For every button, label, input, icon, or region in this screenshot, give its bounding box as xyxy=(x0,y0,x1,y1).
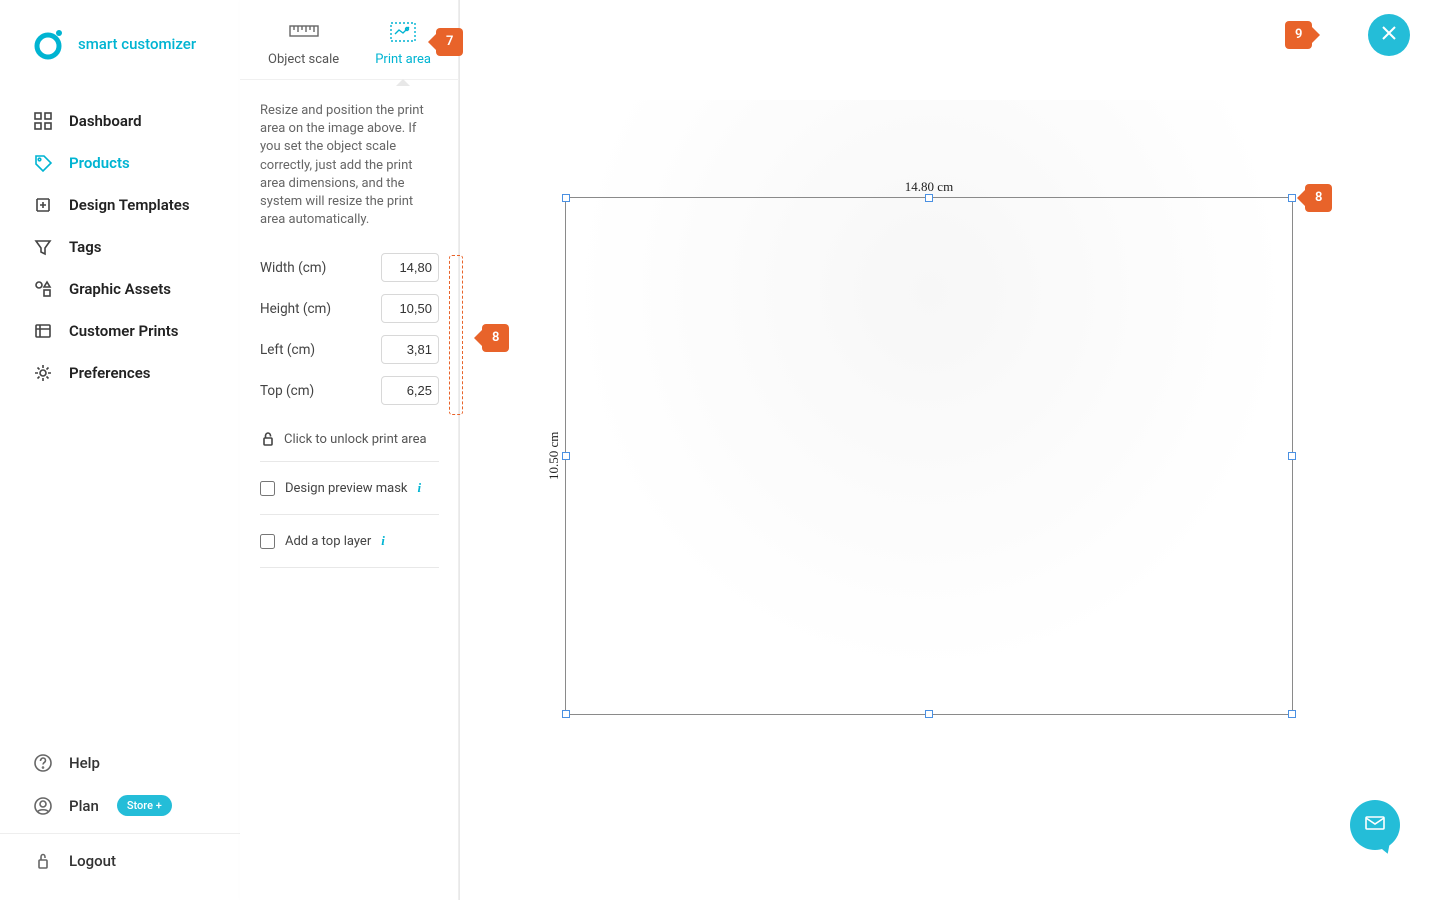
tab-object-scale[interactable]: Object scale xyxy=(268,18,339,79)
height-label: Height (cm) xyxy=(260,301,331,317)
tag-icon xyxy=(33,153,53,173)
unlock-label: Click to unlock print area xyxy=(284,432,427,447)
resize-handle-tl[interactable] xyxy=(562,194,570,202)
sidebar-footer: Help Plan Store + Logout xyxy=(0,742,240,900)
sidebar: smart customizer Dashboard Products Desi… xyxy=(0,0,240,900)
tab-label: Object scale xyxy=(268,52,339,67)
tabs: Object scale Print area xyxy=(240,0,459,80)
sidebar-item-graphic-assets[interactable]: Graphic Assets xyxy=(0,268,240,310)
info-icon[interactable]: i xyxy=(418,480,422,496)
footer-item-plan[interactable]: Plan Store + xyxy=(0,784,240,827)
sidebar-item-tags[interactable]: Tags xyxy=(0,226,240,268)
gear-icon xyxy=(33,363,53,383)
brand-name: smart customizer xyxy=(78,35,196,53)
mask-checkbox[interactable] xyxy=(260,481,275,496)
height-input[interactable] xyxy=(381,294,439,323)
ruler-icon xyxy=(286,18,322,46)
footer-item-help[interactable]: Help xyxy=(0,742,240,784)
footer-item-logout[interactable]: Logout xyxy=(0,840,240,882)
width-label: Width (cm) xyxy=(260,260,326,276)
print-area-rect[interactable] xyxy=(565,197,1293,715)
resize-handle-bl[interactable] xyxy=(562,710,570,718)
sidebar-item-label: Dashboard xyxy=(69,112,142,130)
field-left: Left (cm) xyxy=(260,335,439,364)
left-label: Left (cm) xyxy=(260,342,315,358)
close-icon xyxy=(1380,24,1398,46)
sidebar-item-label: Tags xyxy=(69,238,102,256)
sidebar-item-products[interactable]: Products xyxy=(0,142,240,184)
hint-9: 9 xyxy=(1285,21,1312,49)
sidebar-item-label: Products xyxy=(69,154,130,172)
footer-label: Help xyxy=(69,754,100,772)
layer-label: Add a top layer xyxy=(285,534,371,549)
top-input[interactable] xyxy=(381,376,439,405)
field-top: Top (cm) xyxy=(260,376,439,405)
assets-icon xyxy=(33,279,53,299)
footer-label: Logout xyxy=(69,852,116,870)
left-input[interactable] xyxy=(381,335,439,364)
close-button[interactable] xyxy=(1368,14,1410,56)
resize-handle-tr[interactable] xyxy=(1288,194,1296,202)
sidebar-item-dashboard[interactable]: Dashboard xyxy=(0,100,240,142)
sidebar-item-design-templates[interactable]: Design Templates xyxy=(0,184,240,226)
sidebar-item-customer-prints[interactable]: Customer Prints xyxy=(0,310,240,352)
user-icon xyxy=(33,796,53,816)
info-icon[interactable]: i xyxy=(381,533,385,549)
logout-icon xyxy=(33,851,53,871)
field-height: Height (cm) xyxy=(260,294,439,323)
add-top-layer-row: Add a top layer i xyxy=(260,515,439,568)
unlock-print-area[interactable]: Click to unlock print area xyxy=(260,417,439,462)
layer-checkbox[interactable] xyxy=(260,534,275,549)
resize-handle-br[interactable] xyxy=(1288,710,1296,718)
hint-7: 7 xyxy=(436,28,463,56)
prints-icon xyxy=(33,321,53,341)
resize-handle-ml[interactable] xyxy=(562,452,570,460)
lock-icon xyxy=(260,431,276,447)
design-preview-mask-row: Design preview mask i xyxy=(260,462,439,515)
canvas: 14.80 cm 10.50 cm xyxy=(460,0,1440,900)
plan-badge: Store + xyxy=(117,795,172,816)
funnel-icon xyxy=(33,237,53,257)
resize-handle-tm[interactable] xyxy=(925,194,933,202)
dashboard-icon xyxy=(33,111,53,131)
resize-handle-mr[interactable] xyxy=(1288,452,1296,460)
sidebar-item-label: Graphic Assets xyxy=(69,280,171,298)
sidebar-item-label: Customer Prints xyxy=(69,322,179,340)
sidebar-item-label: Preferences xyxy=(69,364,151,382)
width-input[interactable] xyxy=(381,253,439,282)
resize-handle-bm[interactable] xyxy=(925,710,933,718)
footer-label: Plan xyxy=(69,797,99,815)
templates-icon xyxy=(33,195,53,215)
print-area-icon xyxy=(385,18,421,46)
mask-label: Design preview mask xyxy=(285,481,408,496)
brand[interactable]: smart customizer xyxy=(0,0,240,90)
top-label: Top (cm) xyxy=(260,383,314,399)
chat-button[interactable] xyxy=(1350,800,1400,850)
hint-8-panel: 8 xyxy=(482,324,509,352)
tab-label: Print area xyxy=(375,52,431,67)
dimension-left: 10.50 cm xyxy=(546,197,562,715)
panel-body: Resize and position the print area on th… xyxy=(240,80,459,590)
brand-logo-icon xyxy=(32,28,64,60)
mail-icon xyxy=(1363,811,1387,839)
panel-description: Resize and position the print area on th… xyxy=(260,102,439,229)
field-width: Width (cm) xyxy=(260,253,439,282)
nav: Dashboard Products Design Templates Tags… xyxy=(0,90,240,742)
sidebar-item-label: Design Templates xyxy=(69,196,190,214)
hint-8-canvas: 8 xyxy=(1305,184,1332,212)
help-icon xyxy=(33,753,53,773)
sidebar-item-preferences[interactable]: Preferences xyxy=(0,352,240,394)
settings-panel: Object scale Print area Resize and posit… xyxy=(240,0,460,900)
divider xyxy=(0,833,240,834)
dimension-top: 14.80 cm xyxy=(565,179,1293,195)
tab-print-area[interactable]: Print area xyxy=(375,18,431,79)
